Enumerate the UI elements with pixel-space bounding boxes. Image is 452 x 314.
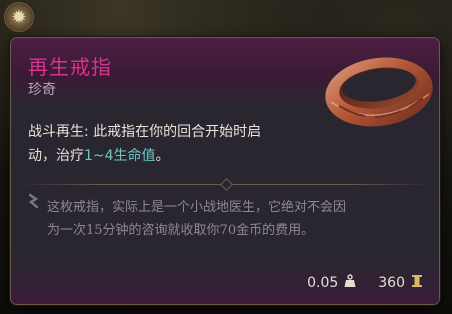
weight-icon	[344, 274, 356, 292]
item-title: 再生戒指	[28, 55, 112, 79]
flavor-line-1: 这枚戒指，实际上是一个小战地医生，它绝对不会因	[47, 200, 347, 215]
weight-value: 0.05	[307, 275, 339, 291]
price-value: 360	[378, 275, 405, 291]
sun-emblem-icon[interactable]: ✹	[4, 2, 34, 32]
gold-coin-icon	[411, 274, 423, 292]
ability-text-line-2: 动，治疗	[28, 148, 84, 164]
flavor-line-2: 为一次15分钟的咨询就收取你70金币的费用。	[47, 223, 315, 238]
divider-ornament	[220, 178, 233, 191]
ability-description: 战斗再生: 此戒指在你的回合开始时启 动，治疗1~4生命值。	[28, 120, 328, 168]
ring-icon	[317, 40, 439, 132]
heal-amount: 1~4生命值	[84, 148, 156, 164]
item-stats: 0.05 360	[307, 274, 423, 292]
item-tooltip: 再生戒指 珍奇 战斗再生: 此戒指在你的回合开始时启 动，治疗1~4生命值。 这…	[10, 37, 440, 305]
ability-text-line-1: 此戒指在你的回合开始时启	[88, 124, 262, 140]
ability-text-suffix: 。	[155, 148, 170, 164]
flavor-text: 这枚戒指，实际上是一个小战地医生，它绝对不会因 为一次15分钟的咨询就收取你70…	[47, 196, 423, 242]
ability-name: 战斗再生:	[28, 124, 89, 140]
item-rarity: 珍奇	[28, 82, 56, 98]
quote-icon	[28, 193, 40, 215]
